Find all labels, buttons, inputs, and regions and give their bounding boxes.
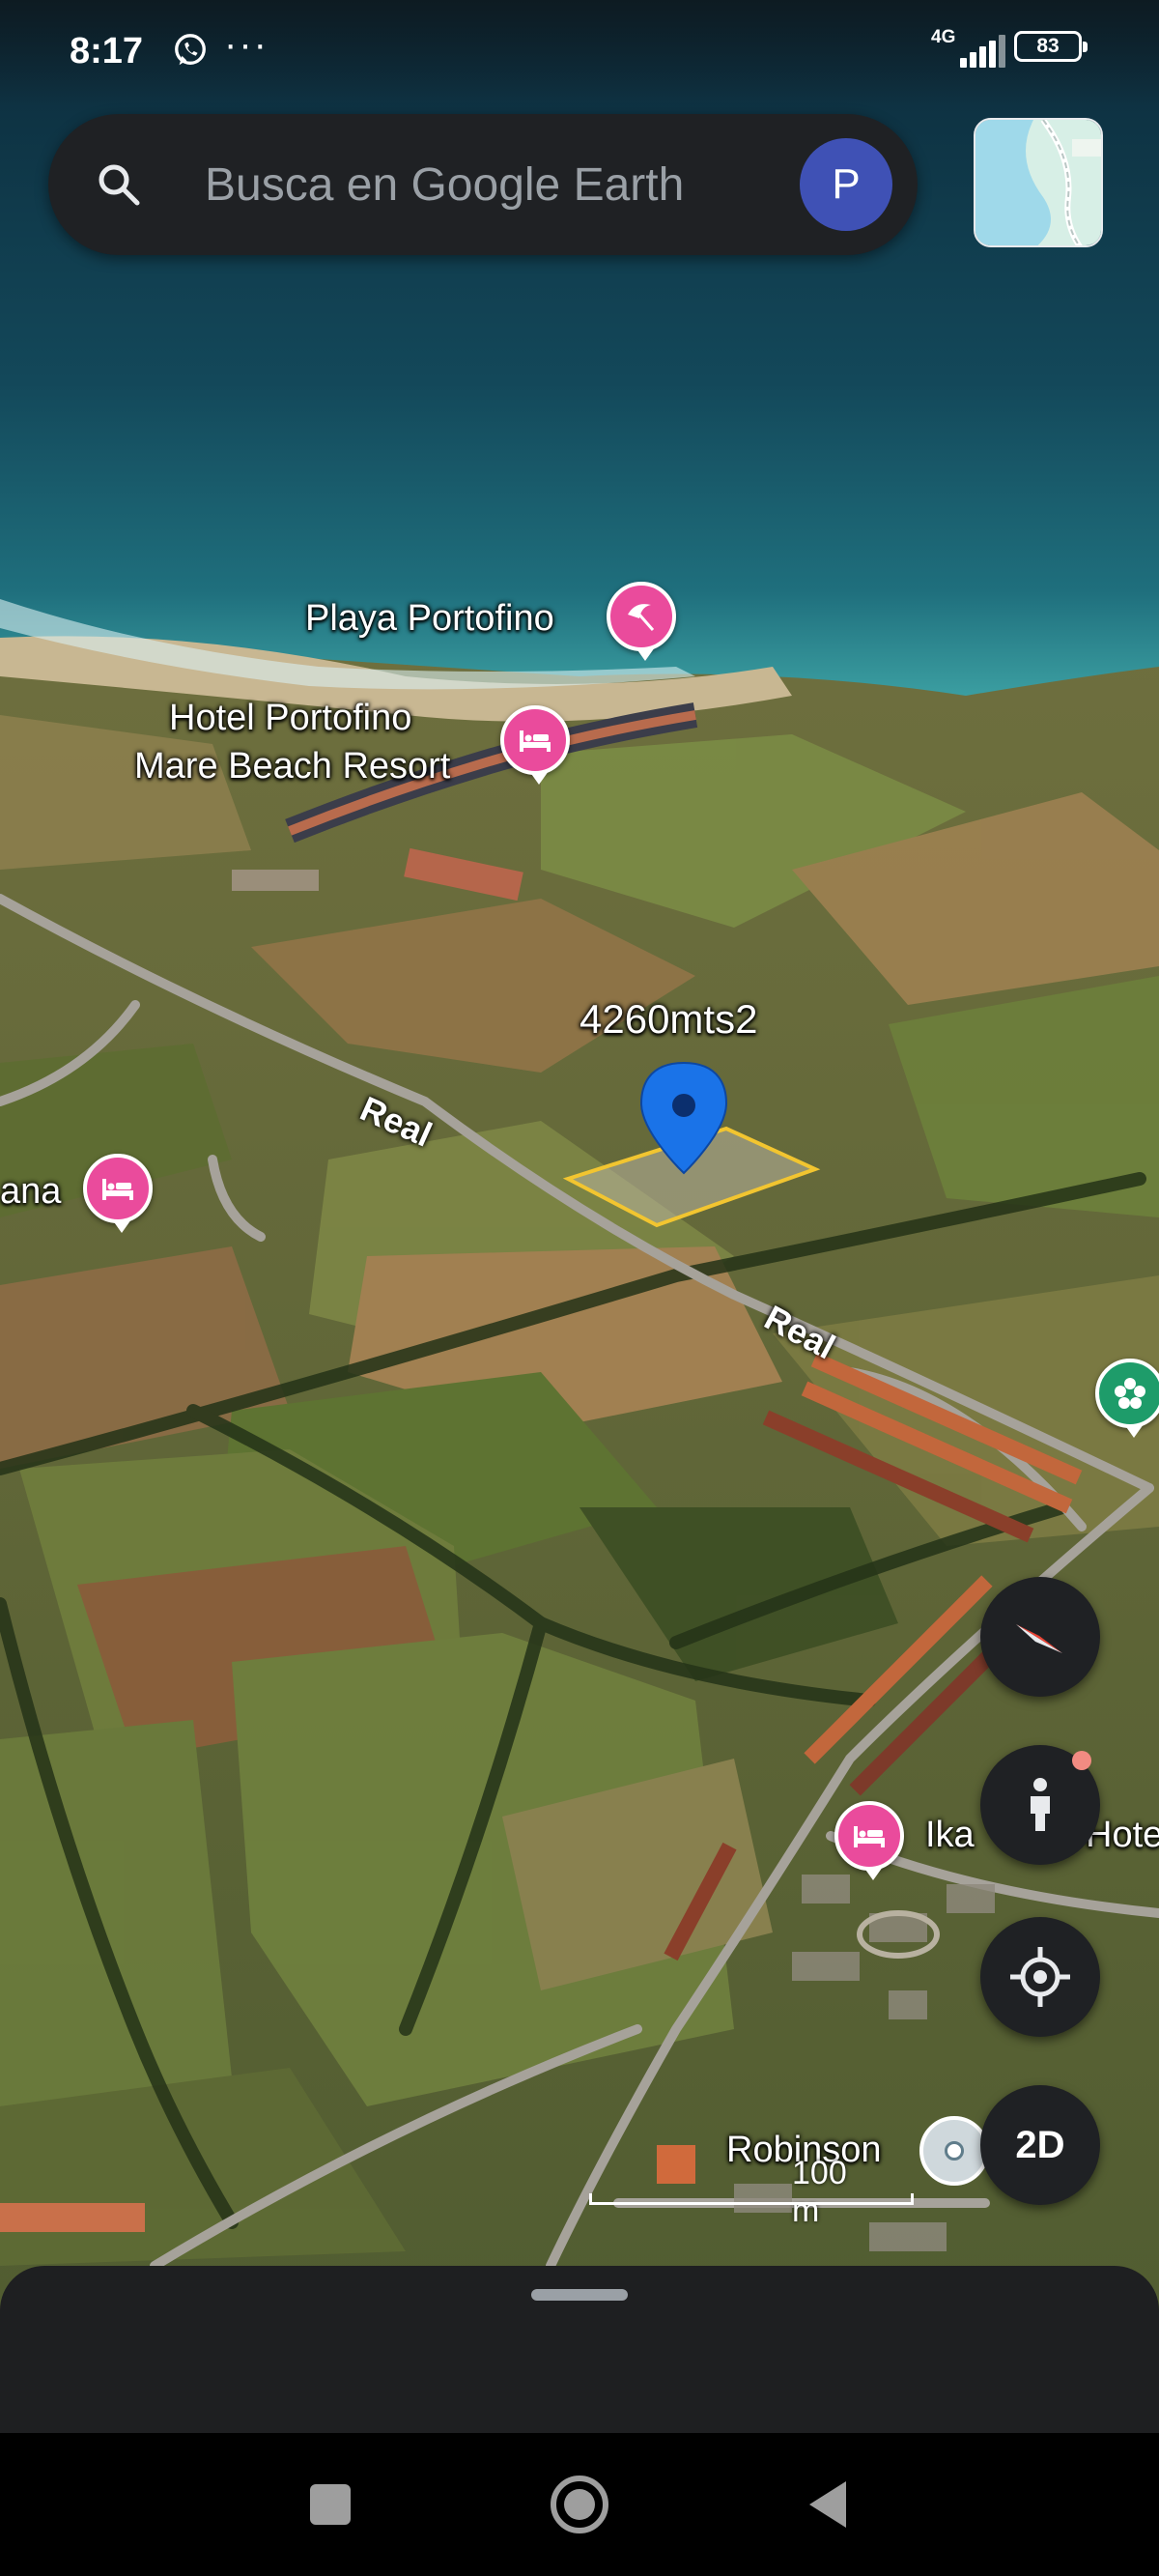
scale-label: 100 m <box>792 2155 847 2229</box>
hotel-pin-left[interactable] <box>83 1154 153 1233</box>
beach-pin[interactable] <box>607 582 676 661</box>
flower-icon <box>1115 1378 1145 1409</box>
search-input[interactable]: Busca en Google Earth <box>205 158 684 212</box>
my-location-button[interactable] <box>980 1917 1100 2037</box>
more-dots-icon: ··· <box>224 23 269 66</box>
hotel-bed-icon <box>520 730 551 752</box>
recent-apps-icon[interactable] <box>294 2468 367 2541</box>
area-measurement-label[interactable]: 4260mts2 <box>580 995 757 1044</box>
park-pin[interactable] <box>1095 1359 1159 1438</box>
hotel-bed-icon <box>102 1179 133 1200</box>
map-thumbnail-icon <box>975 120 1101 245</box>
place-label-partial-left[interactable]: ana <box>0 1167 61 1216</box>
scale-bar <box>589 2193 914 2205</box>
system-navigation-bar <box>0 2433 1159 2576</box>
map-layer-button[interactable] <box>974 118 1103 247</box>
view-mode-label: 2D <box>1015 2124 1065 2166</box>
compass-button[interactable] <box>980 1577 1100 1697</box>
bottom-sheet[interactable] <box>0 2266 1159 2440</box>
signal-icon: 4G <box>927 27 1005 72</box>
home-icon[interactable] <box>543 2468 616 2541</box>
place-dot-icon <box>945 2141 964 2161</box>
hotel-pin-ikaros[interactable] <box>834 1801 904 1880</box>
hotel-bed-icon <box>854 1826 885 1847</box>
notification-dot <box>1072 1751 1091 1770</box>
place-label-hotel-portofino-line2[interactable]: Mare Beach Resort <box>134 742 450 790</box>
battery-icon: 83 <box>1014 31 1088 62</box>
place-label-hotel-portofino[interactable]: Hotel Portofino <box>169 694 411 742</box>
status-bar: 8:17 ··· 4G 83 <box>0 0 1159 106</box>
battery-level: 83 <box>1036 35 1060 57</box>
hotel-pin-portofino[interactable] <box>500 705 570 785</box>
beach-umbrella-icon <box>628 604 655 631</box>
back-icon[interactable] <box>792 2468 865 2541</box>
sheet-drag-handle[interactable] <box>531 2289 628 2301</box>
compass-icon <box>1016 1624 1062 1653</box>
network-type: 4G <box>931 27 956 47</box>
place-label-ikaros[interactable]: Ika <box>925 1811 975 1859</box>
hotel-name-line1: Hotel Portofino <box>169 698 412 738</box>
status-time: 8:17 <box>70 31 144 72</box>
pegman-icon <box>1031 1778 1050 1831</box>
my-location-icon <box>1010 1947 1070 2007</box>
whatsapp-icon <box>175 34 206 66</box>
view-mode-2d-button[interactable]: 2D <box>980 2085 1100 2205</box>
search-icon[interactable] <box>95 160 143 209</box>
robinson-pin[interactable] <box>919 2116 989 2186</box>
account-avatar[interactable]: P <box>800 138 892 231</box>
search-bar[interactable]: Busca en Google Earth P <box>48 114 918 255</box>
place-label-playa-portofino[interactable]: Playa Portofino <box>305 594 554 643</box>
